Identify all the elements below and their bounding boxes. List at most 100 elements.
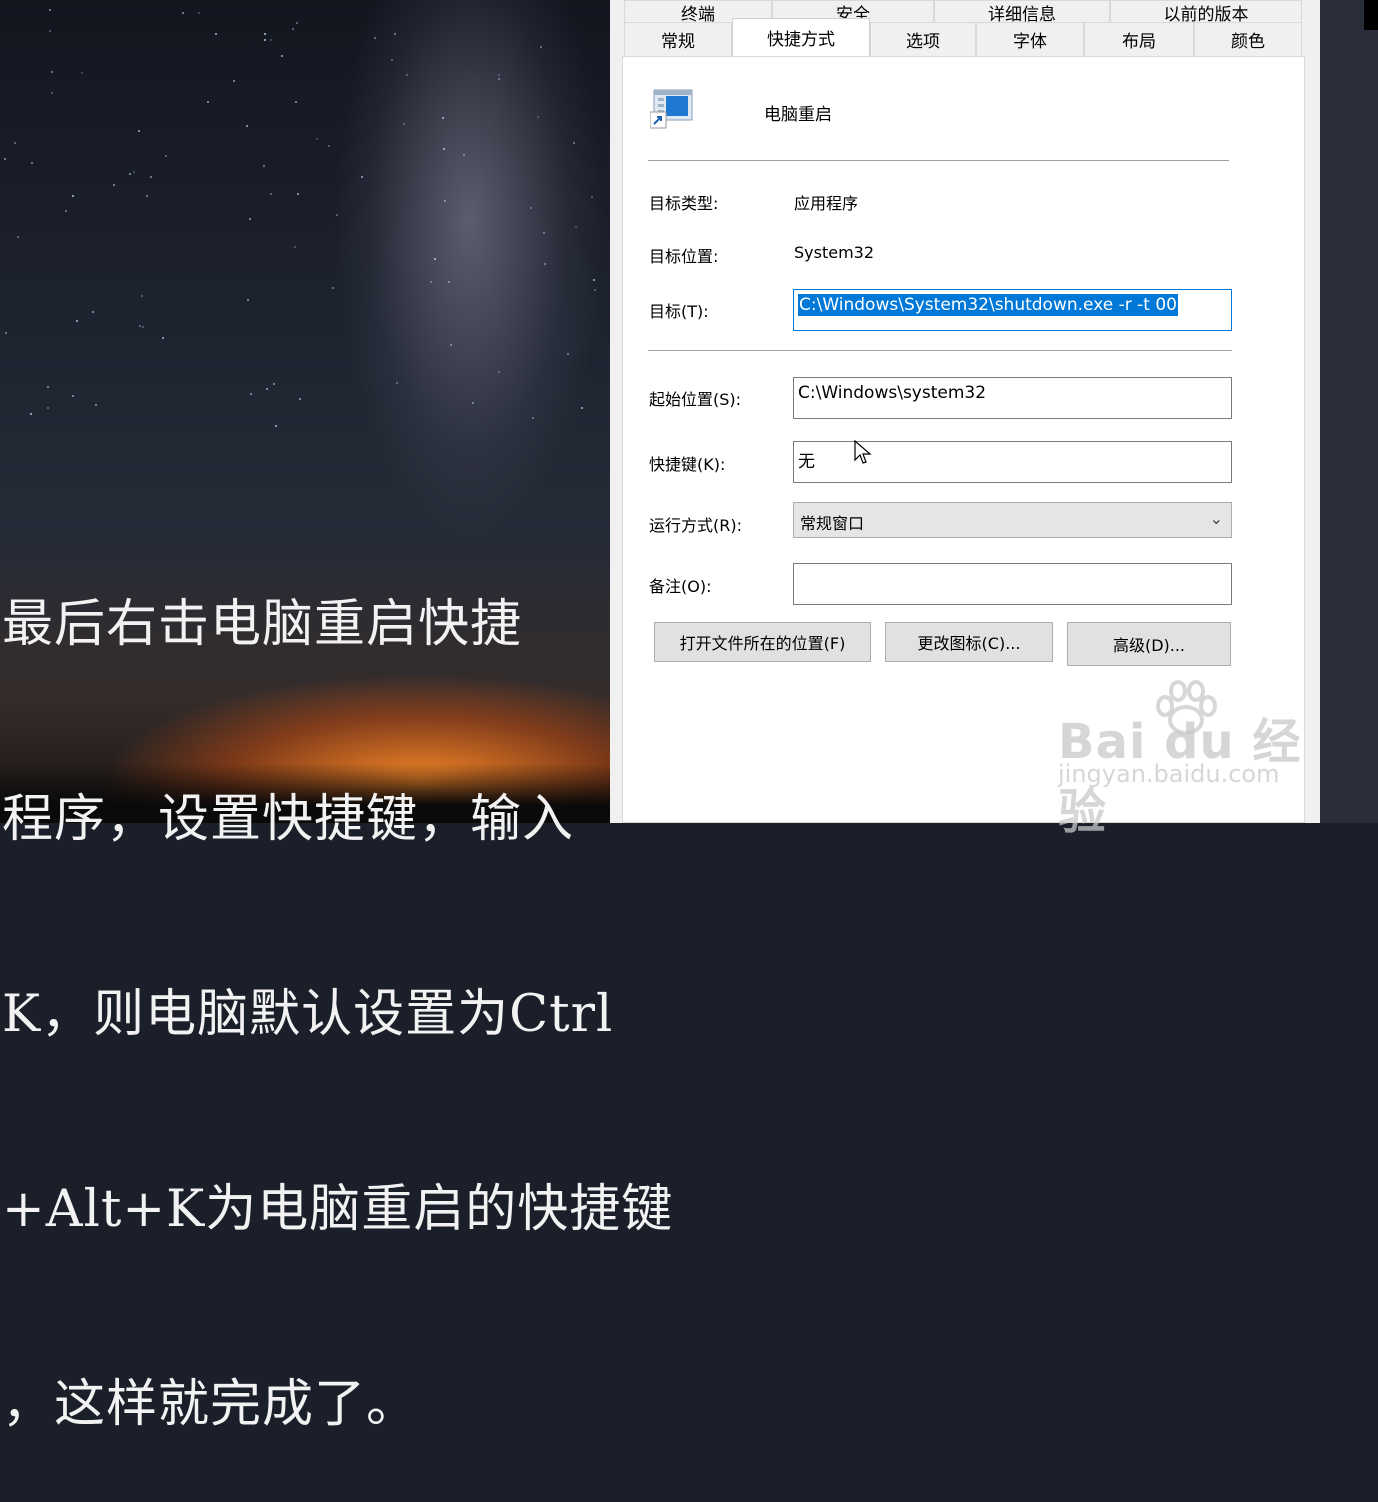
- star: [182, 12, 184, 14]
- star: [247, 299, 249, 301]
- star: [575, 226, 577, 228]
- star: [316, 138, 318, 140]
- star: [450, 344, 452, 346]
- comment-input[interactable]: [793, 563, 1232, 605]
- start-in-input[interactable]: C:\Windows\system32: [793, 377, 1232, 419]
- caption-line: ，这样就完成了。: [2, 1375, 419, 1434]
- separator: [648, 350, 1232, 351]
- star: [17, 236, 19, 238]
- advanced-button[interactable]: 高级(D)...: [1067, 622, 1231, 666]
- star: [361, 176, 363, 178]
- star: [394, 33, 396, 35]
- tab-shortcut[interactable]: 快捷方式: [732, 18, 870, 56]
- star: [430, 281, 432, 283]
- caption-line: K，则电脑默认设置为Ctrl: [2, 985, 614, 1044]
- star: [215, 33, 217, 35]
- star: [4, 158, 6, 160]
- target-type-value: 应用程序: [794, 194, 859, 213]
- tab-general[interactable]: 常规: [624, 22, 732, 56]
- star: [463, 154, 465, 156]
- star: [336, 214, 338, 216]
- star: [81, 72, 83, 74]
- star: [72, 395, 74, 397]
- star: [543, 232, 545, 234]
- star: [532, 417, 534, 419]
- target-type-label: 目标类型:: [649, 194, 719, 213]
- star: [207, 101, 209, 103]
- open-file-location-button[interactable]: 打开文件所在的位置(F): [654, 622, 871, 662]
- star: [14, 142, 16, 144]
- baidu-jingyan-watermark: Bai du 经验 jingyan.baidu.com: [1058, 680, 1308, 840]
- star: [594, 289, 596, 291]
- caption-line: 程序，设置快捷键，输入: [2, 790, 575, 849]
- star: [65, 210, 67, 212]
- star: [444, 200, 446, 202]
- separator: [648, 160, 1229, 161]
- star: [49, 30, 51, 32]
- star: [281, 55, 283, 57]
- star: [332, 287, 334, 289]
- star: [51, 92, 53, 94]
- star: [246, 125, 248, 127]
- star: [434, 258, 436, 260]
- star: [146, 195, 148, 197]
- star: [498, 74, 500, 76]
- star: [472, 402, 474, 404]
- star: [162, 337, 164, 339]
- run-label: 运行方式(R):: [649, 516, 742, 535]
- star: [270, 193, 272, 195]
- star: [51, 71, 53, 73]
- star: [49, 9, 51, 11]
- tab-row-top: 终端 安全 详细信息 以前的版本: [624, 0, 1302, 25]
- tab-previous-versions[interactable]: 以前的版本: [1110, 0, 1302, 25]
- tab-layout[interactable]: 布局: [1084, 22, 1194, 56]
- caption-line: +Alt+K为电脑重启的快捷键: [2, 1180, 674, 1239]
- star: [396, 382, 398, 384]
- star: [47, 407, 49, 409]
- star: [540, 46, 542, 48]
- star: [165, 155, 167, 157]
- change-icon-button[interactable]: 更改图标(C)...: [885, 622, 1053, 662]
- star: [113, 184, 115, 186]
- tab-font[interactable]: 字体: [976, 22, 1084, 56]
- mouse-cursor-icon: [854, 439, 874, 466]
- star: [95, 404, 97, 406]
- star: [250, 393, 252, 395]
- target-input[interactable]: C:\Windows\System32\shutdown.exe -r -t 0…: [793, 289, 1232, 331]
- tutorial-caption: 最后右击电脑重启快捷 程序，设置快捷键，输入 K，则电脑默认设置为Ctrl +A…: [2, 462, 682, 1502]
- tab-colors[interactable]: 颜色: [1194, 22, 1302, 56]
- tab-options[interactable]: 选项: [870, 22, 976, 56]
- comment-label: 备注(O):: [649, 577, 712, 596]
- star: [297, 193, 299, 195]
- star: [581, 407, 583, 409]
- caption-line: 最后右击电脑重启快捷: [2, 595, 523, 654]
- star: [138, 130, 140, 132]
- star: [498, 371, 500, 373]
- star: [530, 207, 532, 209]
- star: [129, 173, 131, 175]
- star: [391, 59, 393, 61]
- tab-details[interactable]: 详细信息: [934, 0, 1110, 25]
- hotkey-label: 快捷键(K):: [649, 455, 726, 474]
- star: [537, 116, 539, 118]
- star: [573, 142, 575, 144]
- right-background-strip: [1320, 0, 1378, 823]
- star: [498, 78, 500, 80]
- star: [374, 37, 376, 39]
- star: [593, 279, 595, 281]
- star: [264, 33, 266, 35]
- star: [296, 22, 298, 24]
- star: [275, 425, 277, 427]
- star: [544, 263, 546, 265]
- shortcut-name: 电脑重启: [764, 105, 832, 125]
- star: [406, 74, 408, 76]
- run-selected-value: 常规窗口: [800, 514, 865, 533]
- star: [294, 246, 296, 248]
- star: [292, 28, 294, 30]
- target-label: 目标(T):: [649, 302, 709, 321]
- run-dropdown[interactable]: 常规窗口 ⌄: [793, 502, 1232, 538]
- star: [139, 325, 141, 327]
- star: [448, 281, 450, 283]
- star: [76, 320, 78, 322]
- black-corner-block: [1364, 0, 1378, 30]
